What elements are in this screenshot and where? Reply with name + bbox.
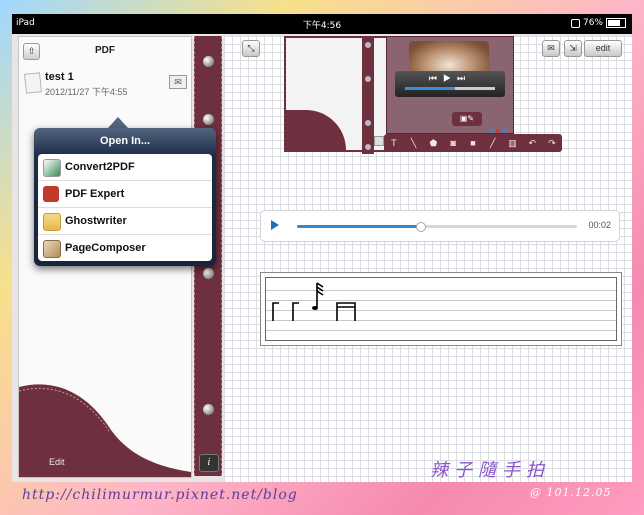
open-in-popover: Open In... Convert2PDF PDF Expert Ghostw… (34, 128, 216, 266)
open-in-app-list: Convert2PDF PDF Expert Ghostwriter PageC… (38, 154, 212, 261)
convert2pdf-icon (43, 159, 61, 177)
text-tool-icon[interactable]: T (388, 138, 400, 148)
open-in-convert2pdf[interactable]: Convert2PDF (38, 154, 212, 181)
open-in-ghostwriter[interactable]: Ghostwriter (38, 208, 212, 235)
camera-tool-icon[interactable]: ◙ (447, 138, 459, 148)
play-icon[interactable] (271, 220, 279, 230)
thumbnail-wave (286, 110, 346, 150)
battery-area: 76% (570, 18, 626, 28)
audio-progress-fill (297, 225, 421, 228)
document-date: 2012/11/27 下午4:55 (45, 87, 128, 97)
edit-button[interactable]: Edit (49, 457, 65, 467)
stud-icon (203, 404, 214, 415)
embedded-page-thumbnail[interactable] (284, 36, 390, 152)
blog-watermark: http://chilimurmur.pixnet.net/blog (22, 487, 298, 503)
audio-progress-knob[interactable] (416, 222, 427, 232)
document-icon (23, 72, 43, 94)
shrink-icon[interactable]: ⤡ (242, 40, 260, 57)
app-label: PDF Expert (65, 188, 125, 200)
mail-icon[interactable]: ✉ (542, 40, 560, 57)
page-dots (490, 120, 514, 133)
app-label: PageComposer (65, 242, 146, 254)
stud-icon (203, 114, 214, 125)
drawing-toolbar[interactable]: T ╲ ⬟ ◙ ■ ╱ ▥ ↶ ↷ (384, 134, 562, 152)
keyboard-tool-icon[interactable]: ▥ (506, 138, 518, 149)
info-button[interactable]: i (199, 454, 219, 472)
media-progress-bar[interactable] (405, 87, 495, 90)
document-row[interactable]: test 1 2012/11/27 下午4:55 ✉ (19, 67, 191, 99)
battery-percent: 76% (582, 18, 603, 28)
stud-icon (203, 56, 214, 67)
export-icon[interactable]: ⇲ (564, 40, 582, 57)
blog-stamp: 辣子隨手拍 (430, 460, 550, 481)
thumbnail-corner-icon (374, 136, 384, 146)
media-controls[interactable]: ⏮▶⏭ (395, 71, 505, 97)
undo-icon[interactable]: ↶ (526, 138, 538, 149)
stud-icon (365, 120, 371, 126)
open-in-pagecomposer[interactable]: PageComposer (38, 235, 212, 261)
redo-icon[interactable]: ↷ (546, 138, 558, 149)
active-tool-indicator[interactable]: ▣✎ (452, 112, 482, 126)
edit-toolbar-button[interactable]: edit (584, 40, 622, 57)
stud-icon (203, 268, 214, 279)
document-name: test 1 (45, 71, 74, 83)
popover-title: Open In... (99, 135, 151, 147)
audio-progress-track[interactable] (297, 222, 577, 232)
media-control-icons[interactable]: ⏮▶⏭ (395, 73, 505, 84)
battery-icon (606, 18, 626, 28)
shape-tool-icon[interactable]: ⬟ (427, 138, 439, 149)
stud-icon (365, 42, 371, 48)
file-browser-header: ⇧ PDF (19, 37, 191, 63)
line-tool-icon[interactable]: ╲ (408, 138, 420, 149)
thumbnail-leather-strip (362, 36, 374, 154)
pagecomposer-icon (43, 240, 61, 258)
app-label: Convert2PDF (65, 161, 135, 173)
popover-arrow (108, 117, 128, 128)
ipad-screen: iPad 下午4:56 76% ⇧ PDF test 1 2012/11/27 … (12, 14, 632, 482)
rectangle-tool-icon[interactable]: ■ (467, 138, 479, 148)
music-staff[interactable] (260, 272, 622, 346)
folder-title: PDF (95, 45, 115, 56)
audio-time: 00:02 (588, 220, 611, 230)
stamp-date: @ 101.12.05 (530, 486, 612, 499)
music-notes (272, 282, 356, 321)
stud-icon (365, 76, 371, 82)
status-bar: iPad 下午4:56 76% (12, 14, 632, 34)
pdf-expert-icon (43, 186, 59, 202)
pen-tool-icon[interactable]: ╱ (487, 138, 499, 149)
open-in-pdf-expert[interactable]: PDF Expert (38, 181, 212, 208)
app-label: Ghostwriter (65, 215, 127, 227)
mail-icon[interactable]: ✉ (169, 75, 187, 89)
orientation-lock-icon (570, 18, 580, 28)
leather-wave-decoration (19, 384, 191, 477)
clock: 下午4:56 (302, 21, 342, 31)
audio-player[interactable]: 00:02 (260, 210, 620, 242)
ghostwriter-icon (43, 213, 61, 231)
stud-icon (365, 144, 371, 150)
